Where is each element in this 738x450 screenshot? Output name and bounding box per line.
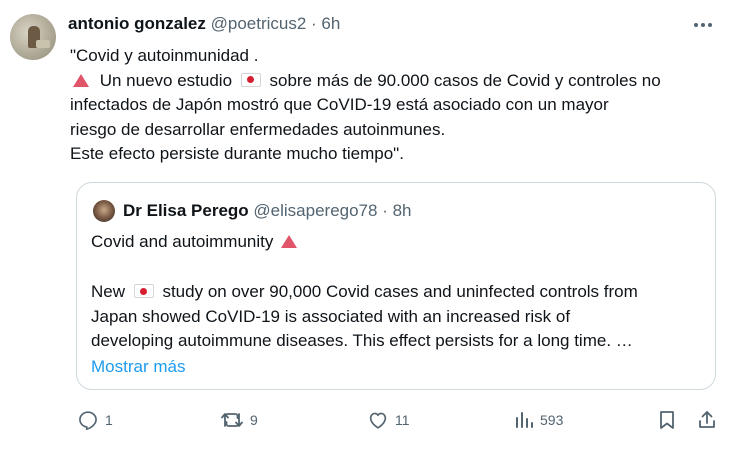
share-button[interactable] xyxy=(696,400,718,440)
views-count: 593 xyxy=(540,412,564,428)
tweet-line: infectados de Japón mostró que CoVID-19 … xyxy=(70,95,609,114)
bookmark-button[interactable] xyxy=(657,400,677,440)
japan-flag-icon xyxy=(240,72,261,87)
quote-title-text: Covid and autoimmunity xyxy=(91,232,279,251)
show-more-link[interactable]: Mostrar más xyxy=(91,355,185,379)
quote-line-part: study on over 90,000 Covid cases and uni… xyxy=(157,282,638,301)
tweet-line: riesgo de desarrollar enfermedades autoi… xyxy=(70,119,446,139)
retweet-icon xyxy=(221,413,243,427)
quote-line: New study on over 90,000 Covid cases and… xyxy=(91,280,703,305)
tweet-line-part: Un nuevo estudio xyxy=(95,70,237,90)
reply-button[interactable]: 1 xyxy=(77,400,113,440)
avatar[interactable] xyxy=(10,14,56,60)
reply-icon xyxy=(79,411,97,430)
quote-body: New study on over 90,000 Covid cases and… xyxy=(91,280,703,354)
views-button[interactable]: 593 xyxy=(514,400,563,440)
tweet-text: "Covid y autoinmunidad . Un nuevo estudi… xyxy=(70,44,730,167)
quote-header: Dr Elisa Perego @elisaperego78 · 8h xyxy=(123,199,412,223)
quote-line: developing autoimmune diseases. This eff… xyxy=(91,331,633,350)
tweet-line: "Covid y autoinmunidad . xyxy=(70,46,259,65)
reply-count: 1 xyxy=(105,412,113,428)
share-icon xyxy=(699,411,715,428)
quote-avatar[interactable] xyxy=(93,200,115,222)
quote-line-part: New xyxy=(91,282,130,301)
author-name[interactable]: antonio gonzalez xyxy=(68,14,206,33)
like-count: 11 xyxy=(395,412,410,428)
quote-line: Japan showed CoVID-19 is associated with… xyxy=(91,306,571,326)
quote-title: Covid and autoimmunity xyxy=(91,230,303,254)
author-handle-time[interactable]: @poetricus2 · 6h xyxy=(211,14,341,33)
quote-author-name: Dr Elisa Perego xyxy=(123,201,249,220)
japan-flag-icon xyxy=(133,284,154,298)
quote-handle-time: @elisaperego78 · 8h xyxy=(253,201,412,220)
warning-triangle-icon xyxy=(281,235,298,248)
like-button[interactable]: 11 xyxy=(367,400,410,440)
more-icon[interactable] xyxy=(694,16,712,34)
retweet-count: 9 xyxy=(250,412,258,428)
like-icon xyxy=(369,412,387,429)
warning-triangle-icon xyxy=(73,73,89,87)
tweet-line: Un nuevo estudio sobre más de 90.000 cas… xyxy=(70,69,730,94)
tweet-line-part: sobre más de 90.000 casos de Covid y con… xyxy=(264,70,661,90)
quoted-tweet[interactable]: Dr Elisa Perego @elisaperego78 · 8h Covi… xyxy=(76,182,716,390)
bookmark-icon xyxy=(660,411,674,429)
tweet-line: Este efecto persiste durante mucho tiemp… xyxy=(70,144,404,163)
tweet-header: antonio gonzalez @poetricus2 · 6h xyxy=(68,12,340,36)
views-icon xyxy=(516,412,533,428)
retweet-button[interactable]: 9 xyxy=(220,400,258,440)
